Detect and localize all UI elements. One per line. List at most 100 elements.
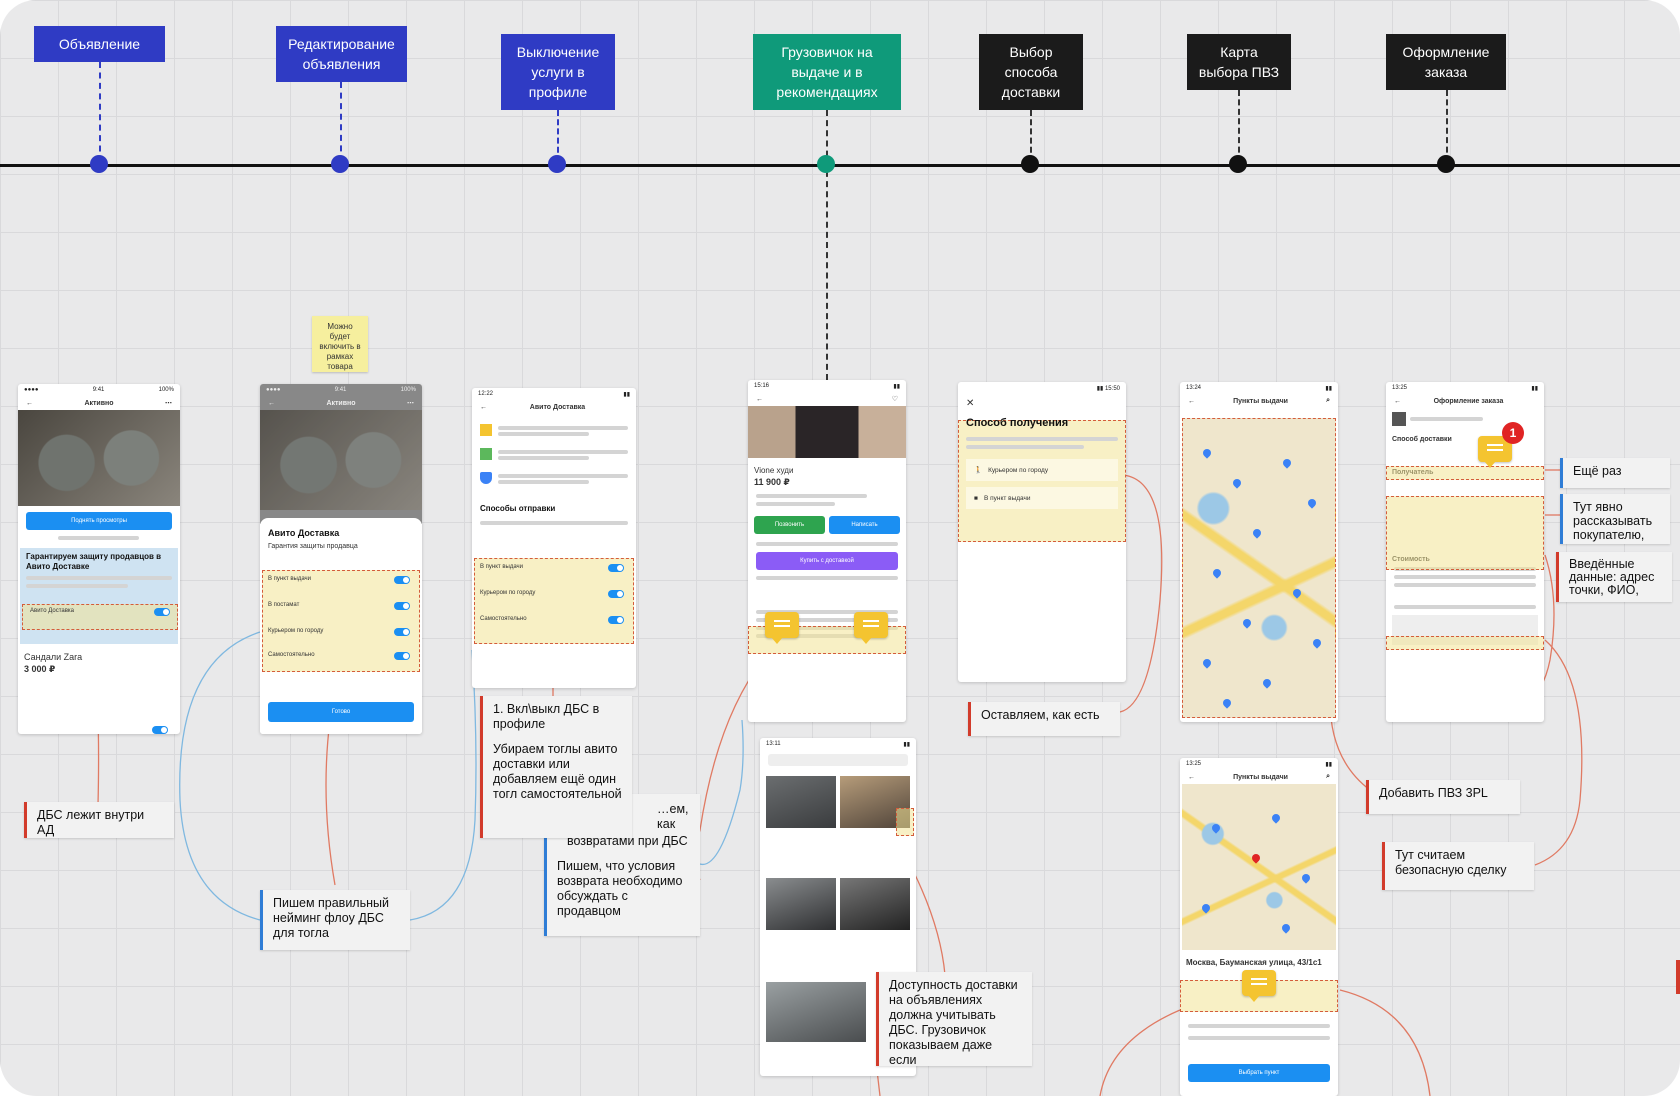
note-add-pvz[interactable]: Добавить ПВЗ 3PL (1366, 780, 1520, 814)
more-icon[interactable]: ⋯ (407, 399, 414, 407)
option-toggle[interactable] (608, 616, 624, 624)
result-tile[interactable] (766, 878, 836, 930)
note-dbs-inside[interactable]: ДБС лежит внутри АД (24, 802, 174, 838)
comment-icon[interactable] (1242, 970, 1276, 1002)
result-tile[interactable] (840, 878, 910, 930)
selected-pin-icon[interactable] (1250, 852, 1262, 864)
map-pin-icon[interactable] (1231, 477, 1243, 489)
note-text: Оставляем, как есть (981, 708, 1100, 722)
note-naming[interactable]: Пишем правильный нейминг флоу ДБС для то… (260, 890, 410, 950)
timeline-dot[interactable] (1437, 155, 1455, 173)
screen-pvz-selected[interactable]: 13:25 ▮▮ ← Пункты выдачи ⌕ Москва, Бауманск… (1180, 758, 1338, 1096)
note-again[interactable]: Ещё раз (1560, 458, 1670, 488)
map-pin-icon[interactable] (1291, 587, 1303, 599)
screen-edit-ad[interactable]: ●●●● 9:41 100% ← Активно ⋯ Авито Доставка Га… (260, 384, 422, 734)
map-pin-icon[interactable] (1270, 812, 1282, 824)
timeline-dot[interactable] (1021, 155, 1039, 173)
product-photo (18, 410, 180, 506)
back-arrow-icon[interactable]: ← (26, 400, 33, 407)
stage-delivery-method[interactable]: Выбор способа доставки (979, 34, 1083, 110)
boost-button[interactable]: Поднять просмотры (26, 512, 172, 530)
delivery-toggle[interactable] (154, 608, 170, 616)
map-pin-icon[interactable] (1210, 822, 1222, 834)
stage-checkout[interactable]: Оформление заказа (1386, 34, 1506, 90)
screen-ad[interactable]: ●●●● 9:41 100% ← Активно ⋯ Поднять просмотры… (18, 384, 180, 734)
choose-point-button[interactable]: Выбрать пункт (1188, 1064, 1330, 1082)
map-pin-icon[interactable] (1281, 457, 1293, 469)
stage-edit-ad[interactable]: Редактирование объявления (276, 26, 407, 82)
recipient-highlight (1386, 496, 1544, 570)
back-arrow-icon[interactable]: ← (480, 404, 487, 411)
note-entered-data[interactable]: Введённые данные: адрес точки, ФИО, (1556, 552, 1672, 602)
map-view[interactable] (1182, 418, 1336, 718)
map-pin-icon[interactable] (1300, 872, 1312, 884)
stage-service-off[interactable]: Выключение услуги в профиле (501, 34, 615, 110)
stage-truck-listing[interactable]: Грузовичок на выдаче и в рекомендациях (753, 34, 901, 110)
map-pin-icon[interactable] (1241, 617, 1253, 629)
back-arrow-icon[interactable]: ← (268, 400, 275, 407)
map-pin-icon[interactable] (1201, 447, 1213, 459)
sticky-note[interactable]: Можно будет включить в рамках товара (312, 316, 368, 372)
back-arrow-icon[interactable]: ← (1188, 398, 1195, 405)
heart-icon[interactable]: ♡ (892, 395, 898, 403)
option-toggle[interactable] (394, 576, 410, 584)
status-bar: 13:24 ▮▮ (1186, 385, 1332, 392)
more-icon[interactable]: ⋯ (165, 399, 172, 407)
search-input[interactable] (768, 754, 908, 766)
screen-pvz-map[interactable]: 13:24 ▮▮ ← Пункты выдачи ⌕ (1180, 382, 1338, 722)
timeline-dot[interactable] (1229, 155, 1247, 173)
comment-icon[interactable] (765, 612, 799, 644)
search-icon[interactable]: ⌕ (1326, 397, 1330, 405)
option-toggle[interactable] (394, 602, 410, 610)
close-icon[interactable]: ✕ (958, 394, 1126, 413)
comment-count-badge[interactable]: 1 (1502, 422, 1524, 444)
benefits-list (472, 414, 636, 500)
screen-profile[interactable]: 12:22 ▮▮ ← Авито Доставка Способы отправки… (472, 388, 636, 688)
done-button[interactable]: Готово (268, 702, 414, 722)
option-toggle[interactable] (394, 652, 410, 660)
map-pin-icon[interactable] (1261, 677, 1273, 689)
screen-title: Пункты выдачи (1233, 773, 1288, 781)
screen-delivery-method[interactable]: ▮▮ 15:50 ✕ Способ получения 🚶 Курьером по… (958, 382, 1126, 682)
note-tell-buyer[interactable]: Тут явно рассказывать покупателю, (1560, 494, 1670, 544)
map-pin-icon[interactable] (1211, 567, 1223, 579)
search-icon[interactable]: ⌕ (1326, 773, 1330, 781)
option-toggle[interactable] (608, 564, 624, 572)
note-keep[interactable]: Оставляем, как есть (968, 702, 1120, 736)
screen-listing[interactable]: 15:16 ▮▮ ← ♡ Vione худи 11 900 ₽ Позвонить… (748, 380, 906, 722)
write-button[interactable]: Написать (829, 516, 900, 534)
map-pin-icon[interactable] (1200, 902, 1212, 914)
timeline-dot[interactable] (90, 155, 108, 173)
buy-with-delivery-button[interactable]: Купить с доставкой (756, 552, 898, 570)
note-availability[interactable]: Доступность доставки на объявлениях долж… (876, 972, 1032, 1067)
map-pin-icon[interactable] (1221, 697, 1233, 709)
pickup-option[interactable]: ■ В пункт выдачи (966, 487, 1118, 509)
timeline-dot[interactable] (817, 155, 835, 173)
whiteboard-canvas[interactable]: Объявление Редактирование объявления Вык… (0, 0, 1680, 1096)
courier-option[interactable]: 🚶 Курьером по городу (966, 459, 1118, 481)
note-toggle[interactable]: 1. Вкл\выкл ДБС в профиле Убираем тоглы … (480, 696, 632, 838)
option-toggle[interactable] (394, 628, 410, 636)
stage-connector (1446, 90, 1448, 162)
product-photo (748, 406, 906, 458)
call-button[interactable]: Позвонить (754, 516, 825, 534)
result-tile[interactable] (766, 776, 836, 828)
map-pin-icon[interactable] (1306, 497, 1318, 509)
back-arrow-icon[interactable]: ← (1394, 398, 1401, 405)
back-arrow-icon[interactable]: ← (756, 396, 763, 403)
result-tile[interactable] (766, 982, 866, 1042)
stage-ad[interactable]: Объявление (34, 26, 165, 62)
stage-pvz-map[interactable]: Карта выбора ПВЗ (1187, 34, 1291, 90)
note-safe-deal[interactable]: Тут считаем безопасную сделку (1382, 842, 1534, 890)
map-pin-icon[interactable] (1201, 657, 1213, 669)
map-view[interactable] (1182, 784, 1336, 950)
auto-toggle[interactable] (152, 726, 168, 734)
back-arrow-icon[interactable]: ← (1188, 774, 1195, 781)
map-pin-icon[interactable] (1280, 922, 1292, 934)
timeline-dot[interactable] (331, 155, 349, 173)
map-pin-icon[interactable] (1251, 527, 1263, 539)
comment-icon[interactable] (854, 612, 888, 644)
map-pin-icon[interactable] (1311, 637, 1323, 649)
timeline-dot[interactable] (548, 155, 566, 173)
option-toggle[interactable] (608, 590, 624, 598)
